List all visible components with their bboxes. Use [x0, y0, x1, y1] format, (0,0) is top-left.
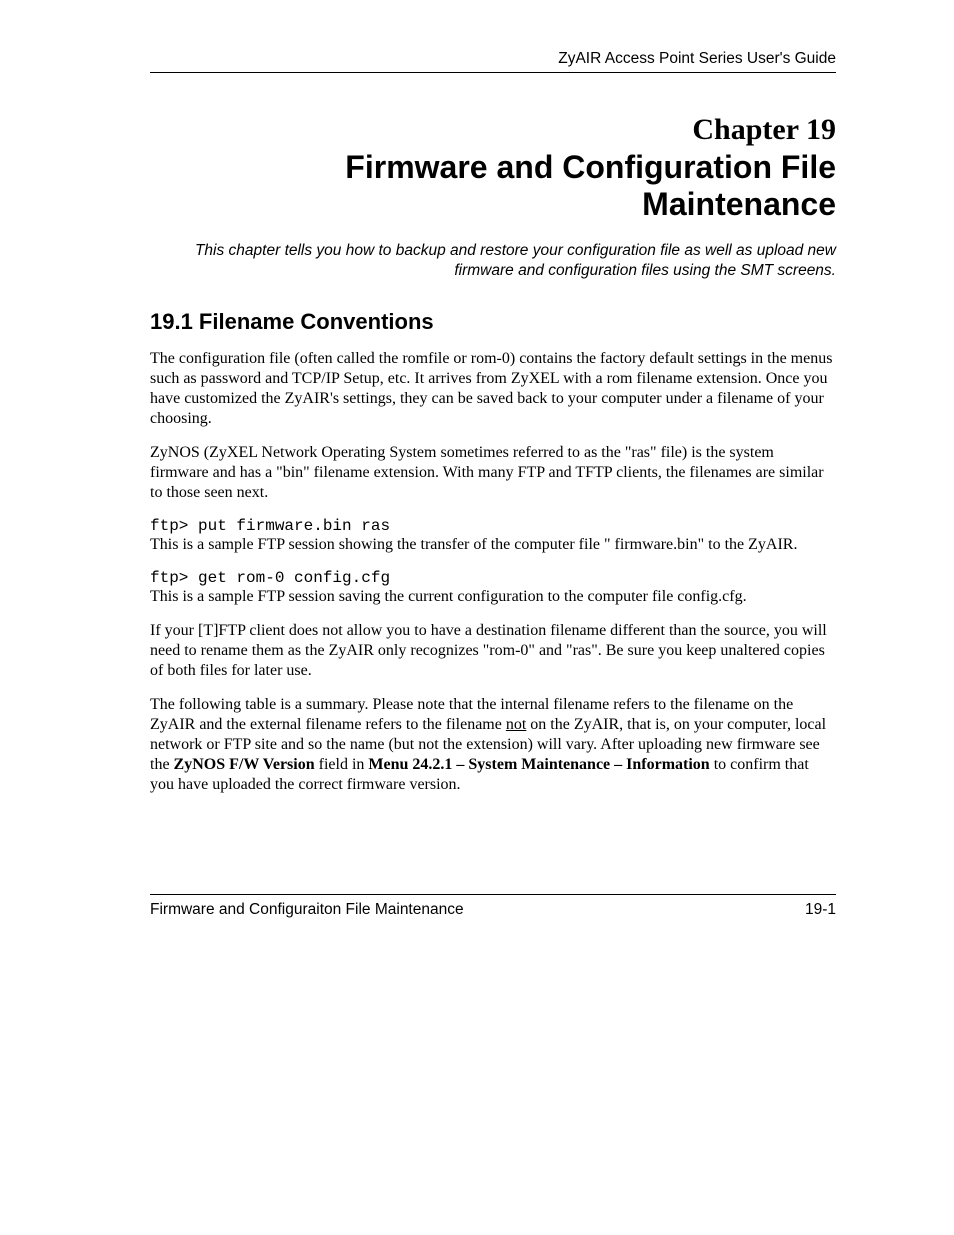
body-paragraph: The configuration file (often called the… — [150, 349, 836, 429]
chapter-title: Firmware and Configuration File Maintena… — [150, 149, 836, 223]
chapter-number: Chapter 19 — [150, 113, 836, 147]
footer-left: Firmware and Configuraiton File Maintena… — [150, 901, 464, 919]
bold-menu-path: Menu 24.2.1 – System Maintenance – Infor… — [368, 756, 709, 773]
footer-rule — [150, 894, 836, 895]
underline-not: not — [506, 716, 526, 733]
page-footer: Firmware and Configuraiton File Maintena… — [150, 894, 836, 919]
body-paragraph: This is a sample FTP session showing the… — [150, 535, 836, 555]
header-rule — [150, 72, 836, 73]
section-heading: 19.1 Filename Conventions — [150, 309, 836, 335]
chapter-subtitle: This chapter tells you how to backup and… — [150, 241, 836, 281]
header-guide-title: ZyAIR Access Point Series User's Guide — [150, 50, 836, 72]
bold-field-name: ZyNOS F/W Version — [174, 756, 315, 773]
text-run: field in — [315, 756, 369, 773]
page: ZyAIR Access Point Series User's Guide C… — [0, 0, 954, 1235]
code-line: ftp> get rom-0 config.cfg — [150, 569, 836, 587]
footer-right: 19-1 — [805, 901, 836, 919]
code-line: ftp> put firmware.bin ras — [150, 517, 836, 535]
body-paragraph: This is a sample FTP session saving the … — [150, 587, 836, 607]
body-paragraph: If your [T]FTP client does not allow you… — [150, 621, 836, 681]
body-paragraph: The following table is a summary. Please… — [150, 695, 836, 795]
body-paragraph: ZyNOS (ZyXEL Network Operating System so… — [150, 443, 836, 503]
